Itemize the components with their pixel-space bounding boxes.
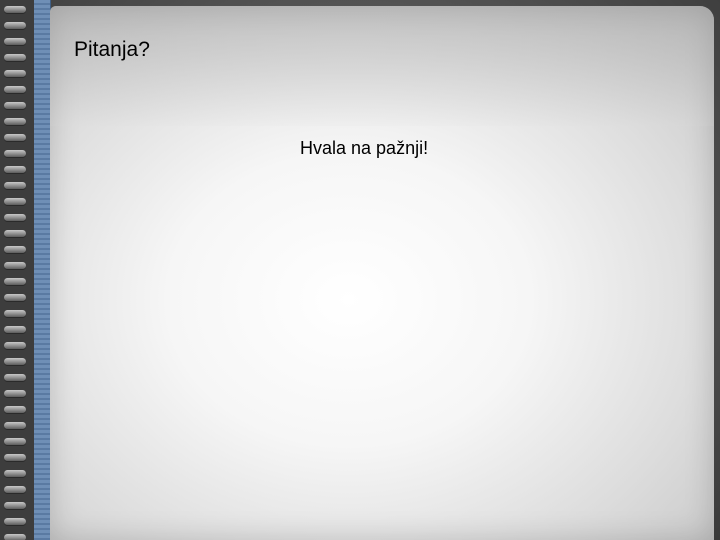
- binder-ring: [4, 454, 26, 461]
- page-panel-shine: [50, 6, 714, 126]
- binder-ring: [4, 198, 26, 205]
- binder-ring: [4, 230, 26, 237]
- binder-ring: [4, 358, 26, 365]
- binder-ring: [4, 6, 26, 13]
- binder-ring: [4, 86, 26, 93]
- binder-ring: [4, 326, 26, 333]
- binder-ring: [4, 166, 26, 173]
- binder-ring: [4, 246, 26, 253]
- binder-ring: [4, 294, 26, 301]
- binder-ring: [4, 118, 26, 125]
- binder-ring: [4, 182, 26, 189]
- binder-ring: [4, 54, 26, 61]
- binder-ring: [4, 102, 26, 109]
- binder-ring: [4, 518, 26, 525]
- binder-ring: [4, 278, 26, 285]
- binder-ring: [4, 262, 26, 269]
- binder-ring: [4, 22, 26, 29]
- binder-ring: [4, 470, 26, 477]
- binder-ring: [4, 310, 26, 317]
- slide-title: Pitanja?: [74, 38, 150, 61]
- binder-ring: [4, 534, 26, 540]
- binder-ring: [4, 422, 26, 429]
- binder-spine: [34, 0, 51, 540]
- slide: Pitanja? Hvala na pažnji!: [0, 0, 720, 540]
- binder-ring: [4, 214, 26, 221]
- binder-ring: [4, 70, 26, 77]
- binder-ring: [4, 390, 26, 397]
- binder-ring: [4, 438, 26, 445]
- binder-ring: [4, 134, 26, 141]
- slide-body-text: Hvala na pažnji!: [300, 138, 429, 158]
- binder-rings: [0, 0, 34, 540]
- binder-ring: [4, 374, 26, 381]
- binder-ring: [4, 150, 26, 157]
- binder-ring: [4, 502, 26, 509]
- binder-ring: [4, 486, 26, 493]
- page-panel: [50, 6, 714, 540]
- binder-ring: [4, 342, 26, 349]
- binder-ring: [4, 406, 26, 413]
- binder-ring: [4, 38, 26, 45]
